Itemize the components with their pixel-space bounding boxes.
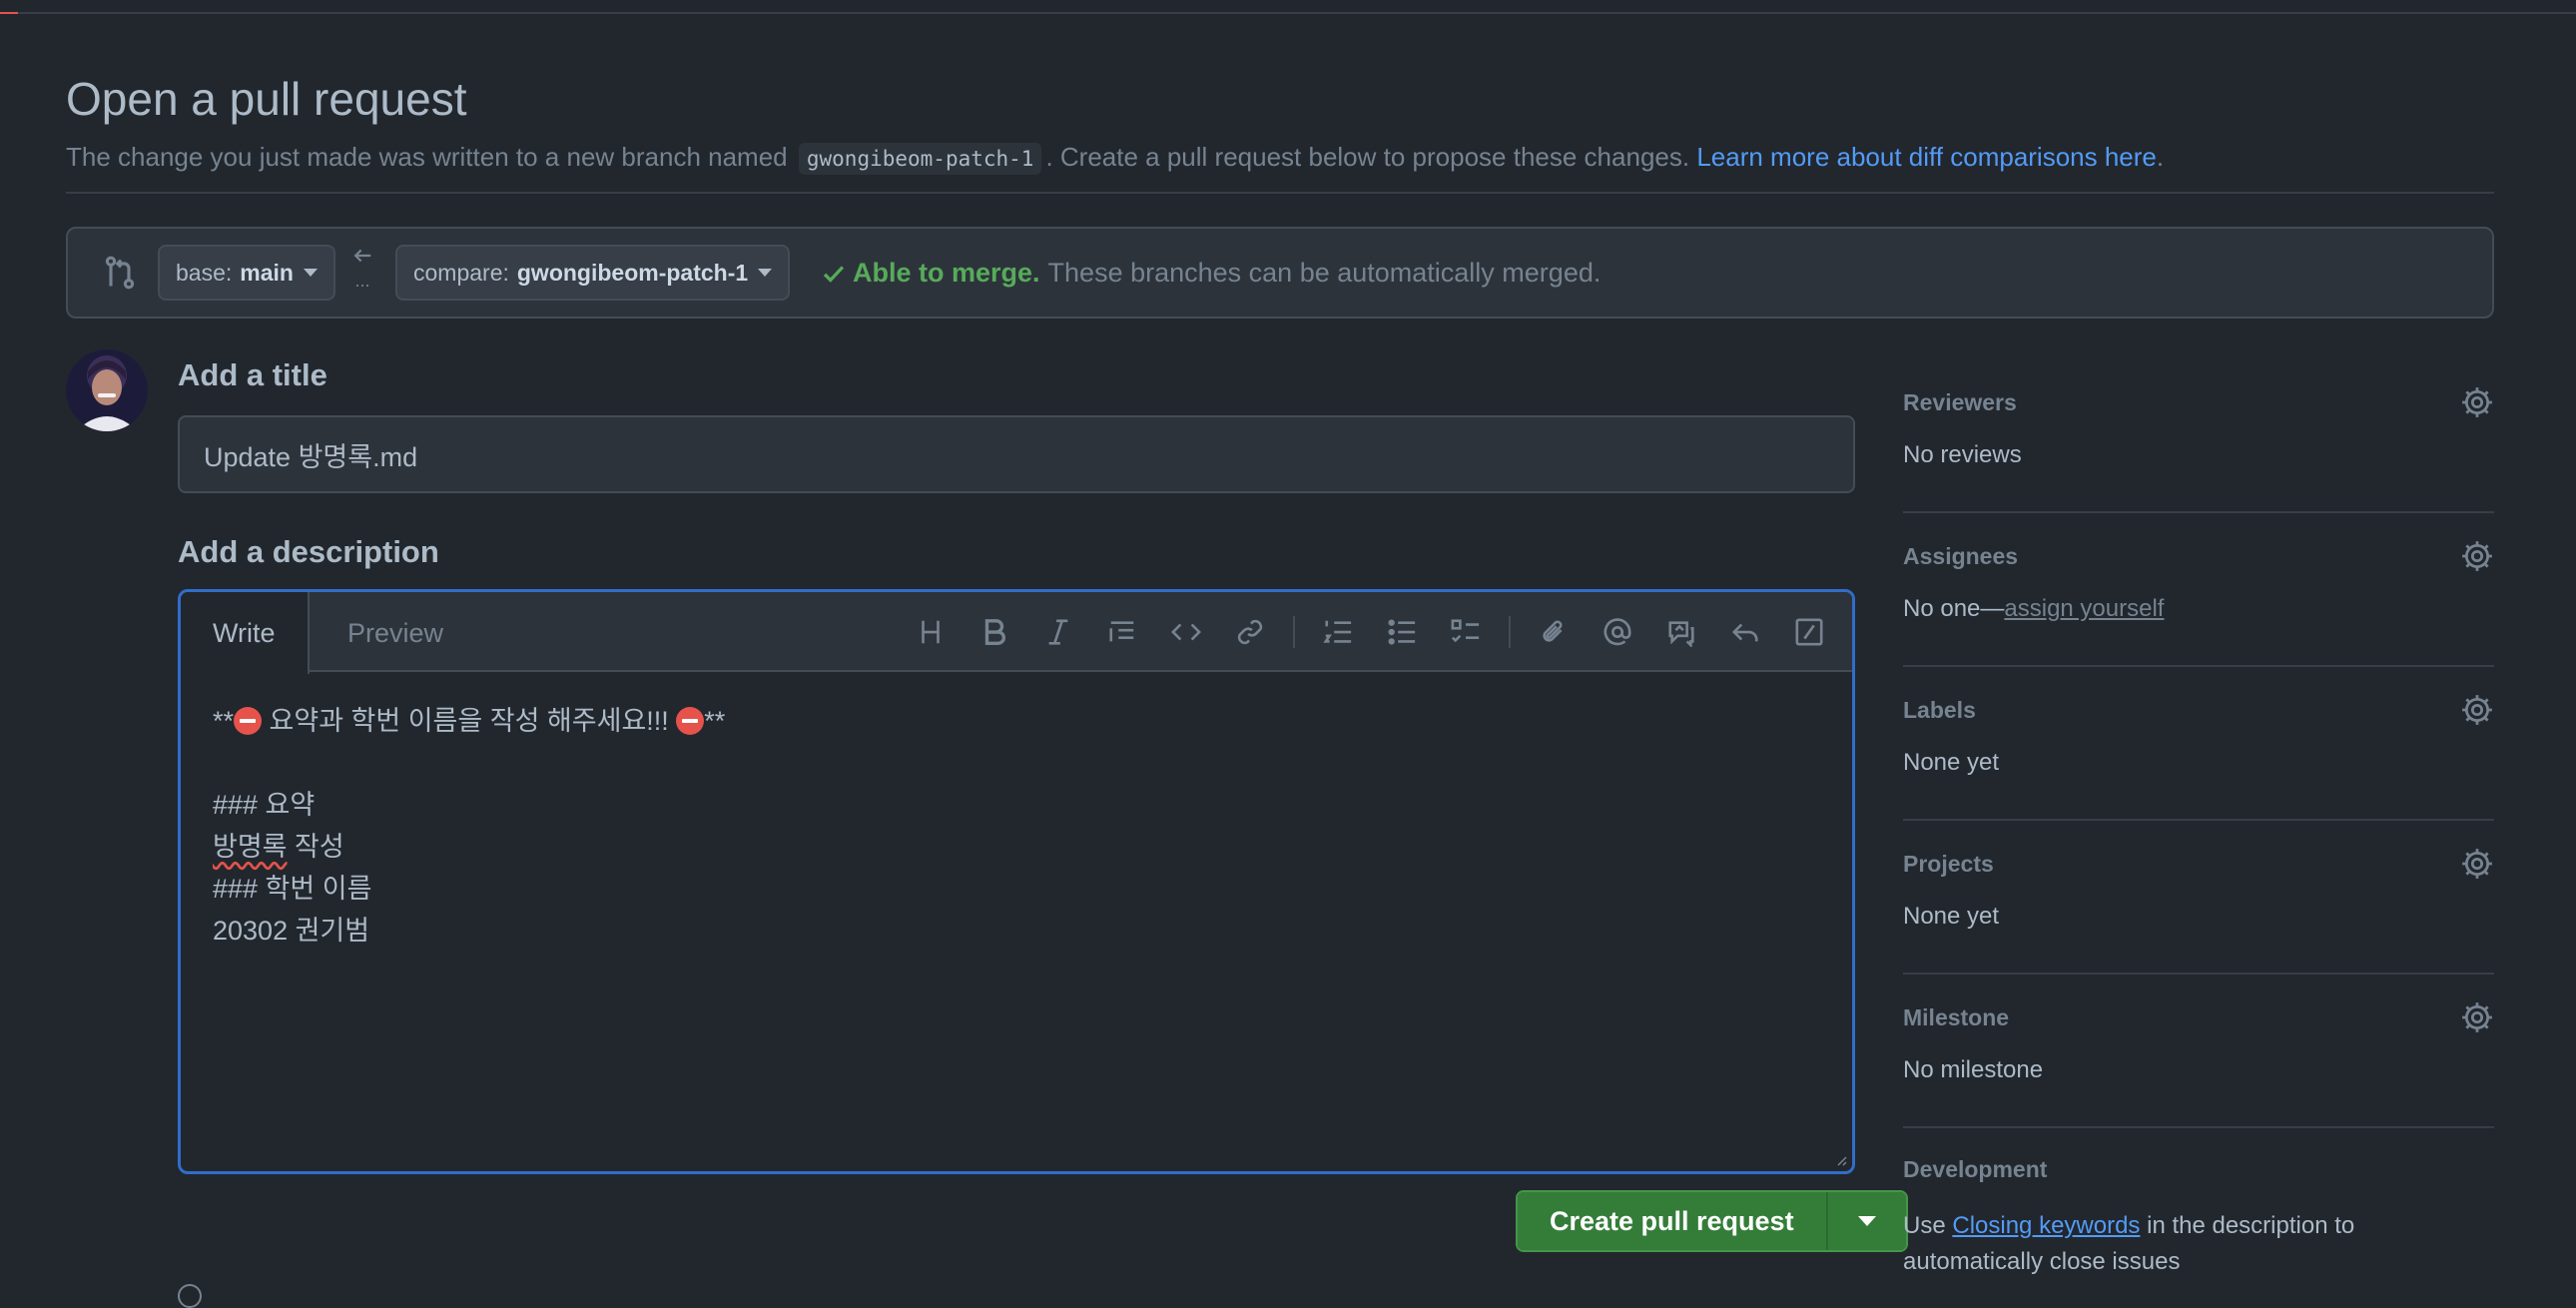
title-input[interactable] <box>178 415 1855 493</box>
milestone-value: No milestone <box>1903 1056 2044 1083</box>
base-key: base: <box>176 259 233 286</box>
gear-icon[interactable] <box>2460 385 2494 419</box>
reference-icon[interactable] <box>1660 611 1702 653</box>
task-list-icon[interactable] <box>1445 611 1487 653</box>
page-title: Open a pull request <box>66 73 467 125</box>
assignees-label: Assignees <box>1903 543 2019 569</box>
sidebar-projects: Projects None yet <box>1903 821 2494 975</box>
sidebar-labels: Labels None yet <box>1903 667 2494 821</box>
numbered-list-icon[interactable] <box>1317 611 1359 653</box>
quote-icon[interactable] <box>1101 611 1143 653</box>
branch-range-bar: base: main ... compare: gwongibeom-patch… <box>66 227 2494 319</box>
progress-accent <box>0 12 18 14</box>
no-entry-icon <box>676 707 705 735</box>
user-avatar-image <box>66 349 148 431</box>
projects-label: Projects <box>1903 851 1994 877</box>
base-value: main <box>240 259 294 286</box>
branch-name: gwongibeom-patch-1 <box>798 143 1042 175</box>
no-entry-icon <box>234 707 263 735</box>
body-line-5: ### 학번 이름 <box>213 874 372 904</box>
page-subhead: The change you just made was written to … <box>66 142 2165 175</box>
bold-icon[interactable] <box>973 611 1015 653</box>
merge-status: Able to merge. These branches can be aut… <box>821 258 1601 289</box>
reviewers-label: Reviewers <box>1903 389 2017 415</box>
toolbar-separator <box>1509 616 1511 648</box>
mention-icon[interactable] <box>1597 611 1638 653</box>
labels-value: None yet <box>1903 749 2000 776</box>
swap-ellipsis: ... <box>354 271 370 291</box>
sidebar-reviewers: Reviewers No reviews <box>1903 359 2494 513</box>
attach-icon[interactable] <box>1533 611 1575 653</box>
top-bar <box>0 0 2576 14</box>
body-line-4: 방명록 작성 <box>213 832 344 862</box>
merge-desc-text: These branches can be automatically merg… <box>1047 258 1602 288</box>
learn-more-link[interactable]: Learn more about diff comparisons here <box>1696 142 2157 172</box>
chevron-down-icon <box>1857 1216 1876 1226</box>
unordered-list-icon[interactable] <box>1381 611 1423 653</box>
development-label: Development <box>1903 1156 2048 1182</box>
create-pr-button-group: Create pull request <box>1516 1190 1908 1252</box>
tab-preview[interactable]: Preview <box>316 592 475 674</box>
compare-value: gwongibeom-patch-1 <box>516 259 749 286</box>
sidebar-milestone: Milestone No milestone <box>1903 975 2494 1128</box>
gear-icon[interactable] <box>2460 1000 2494 1034</box>
editor-header: Write Preview <box>181 592 1852 674</box>
description-editor: Write Preview ** 요약과 학번 이름을 작성 해주세요!!! *… <box>178 589 1855 1174</box>
title-label: Add a title <box>178 357 327 392</box>
create-pr-dropdown-button[interactable] <box>1825 1192 1906 1250</box>
gear-icon[interactable] <box>2460 847 2494 881</box>
heading-icon[interactable] <box>910 611 952 653</box>
assign-yourself-link[interactable]: assign yourself <box>2004 595 2164 622</box>
compare-arrows-icon <box>105 256 135 290</box>
check-icon <box>823 265 845 283</box>
gear-icon[interactable] <box>2460 539 2494 573</box>
sidebar-assignees: Assignees No one—assign yourself <box>1903 513 2494 667</box>
code-icon[interactable] <box>1165 611 1207 653</box>
milestone-label: Milestone <box>1903 1004 2010 1030</box>
merge-ok-text: Able to merge. <box>853 258 1040 288</box>
divider <box>66 192 2494 194</box>
markdown-toolbar <box>888 610 1830 654</box>
link-icon[interactable] <box>1229 611 1271 653</box>
tab-write[interactable]: Write <box>181 592 310 674</box>
projects-value: None yet <box>1903 903 2000 930</box>
info-icon <box>178 1284 202 1308</box>
italic-icon[interactable] <box>1037 611 1079 653</box>
development-value: Use Closing keywords in the description … <box>1903 1212 2355 1275</box>
subhead-tail: . <box>2156 142 2165 172</box>
gear-icon[interactable] <box>2460 693 2494 727</box>
subhead-text-after: . Create a pull request below to propose… <box>1045 142 1690 172</box>
body-line-6: 20302 권기범 <box>213 916 370 946</box>
base-branch-select[interactable]: base: main <box>158 245 335 301</box>
create-pull-request-button[interactable]: Create pull request <box>1518 1192 1826 1250</box>
description-label: Add a description <box>178 534 439 569</box>
compare-key: compare: <box>413 259 509 286</box>
body-line-1: ** 요약과 학번 이름을 작성 해주세요!!! ** <box>213 706 726 736</box>
swap-direction: ... <box>347 245 377 301</box>
description-textarea[interactable]: ** 요약과 학번 이름을 작성 해주세요!!! ** ### 요약 방명록 작… <box>181 674 1852 1171</box>
labels-label: Labels <box>1903 697 1976 723</box>
reviewers-value: No reviews <box>1903 441 2022 468</box>
avatar[interactable] <box>66 349 148 431</box>
chevron-down-icon <box>758 269 773 277</box>
body-line-3: ### 요약 <box>213 790 316 820</box>
assignees-value: No one—assign yourself <box>1903 595 2165 622</box>
slash-command-icon[interactable] <box>1788 611 1830 653</box>
closing-keywords-link[interactable]: Closing keywords <box>1952 1212 2140 1239</box>
reply-icon[interactable] <box>1724 611 1766 653</box>
chevron-down-icon <box>303 269 318 277</box>
resize-handle-icon[interactable] <box>1832 1151 1848 1167</box>
compare-branch-select[interactable]: compare: gwongibeom-patch-1 <box>395 245 791 301</box>
toolbar-separator <box>1293 616 1295 648</box>
subhead-text: The change you just made was written to … <box>66 142 788 172</box>
arrow-left-icon <box>353 249 371 263</box>
